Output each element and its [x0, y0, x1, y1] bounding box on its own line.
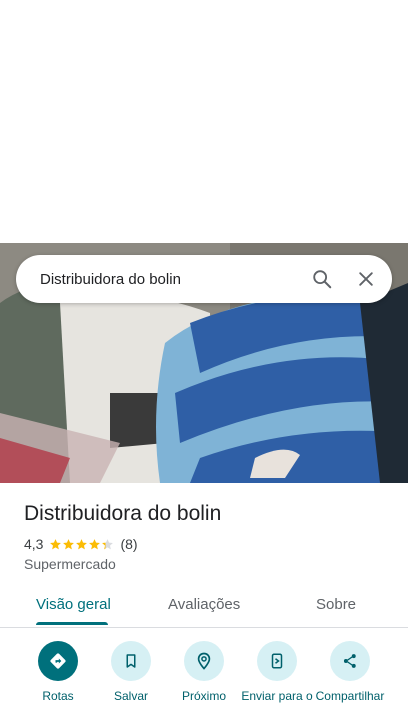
nearby-label: Próximo — [181, 689, 226, 703]
star-rating — [49, 538, 114, 551]
save-button[interactable]: Salvar — [94, 641, 168, 703]
close-icon — [359, 272, 373, 286]
star-icon — [88, 538, 101, 551]
nearby-button[interactable]: Próximo — [167, 641, 241, 703]
map-blank-area — [0, 0, 408, 243]
rating-row[interactable]: 4,3 (8) — [24, 536, 138, 552]
search-bar[interactable]: Distribuidora do bolin — [16, 255, 392, 303]
directions-label: Rotas — [42, 689, 74, 703]
star-icon — [49, 538, 62, 551]
active-tab-indicator — [36, 622, 108, 625]
place-info-sheet: Distribuidora do bolin 4,3 (8) Supermerc… — [0, 483, 408, 726]
tab-overview[interactable]: Visão geral — [36, 596, 111, 613]
share-label: Compartilhar — [315, 689, 385, 703]
send-to-phone-label: Enviar para o — [241, 689, 313, 703]
search-icon — [313, 270, 332, 289]
star-icon — [101, 538, 114, 551]
tab-about[interactable]: Sobre — [316, 596, 356, 613]
tab-reviews[interactable]: Avaliações — [168, 596, 240, 613]
clear-search-button[interactable] — [348, 261, 384, 297]
star-icon — [62, 538, 75, 551]
save-label: Salvar — [113, 689, 148, 703]
action-bar: Rotas Salvar Próximo Enviar para o Compa… — [0, 641, 408, 726]
search-input[interactable]: Distribuidora do bolin — [40, 271, 304, 288]
share-icon — [330, 641, 370, 681]
rating-value: 4,3 — [24, 536, 44, 552]
place-title: Distribuidora do bolin — [24, 502, 222, 525]
place-category: Supermercado — [24, 556, 116, 572]
directions-icon — [38, 641, 78, 681]
review-count: (8) — [120, 536, 138, 552]
directions-button[interactable]: Rotas — [21, 641, 95, 703]
search-button[interactable] — [304, 261, 340, 297]
bookmark-icon — [111, 641, 151, 681]
send-to-phone-button[interactable]: Enviar para o — [240, 641, 314, 703]
nearby-icon — [184, 641, 224, 681]
send-to-phone-icon — [257, 641, 297, 681]
star-icon — [75, 538, 88, 551]
share-button[interactable]: Compartilhar — [313, 641, 387, 703]
